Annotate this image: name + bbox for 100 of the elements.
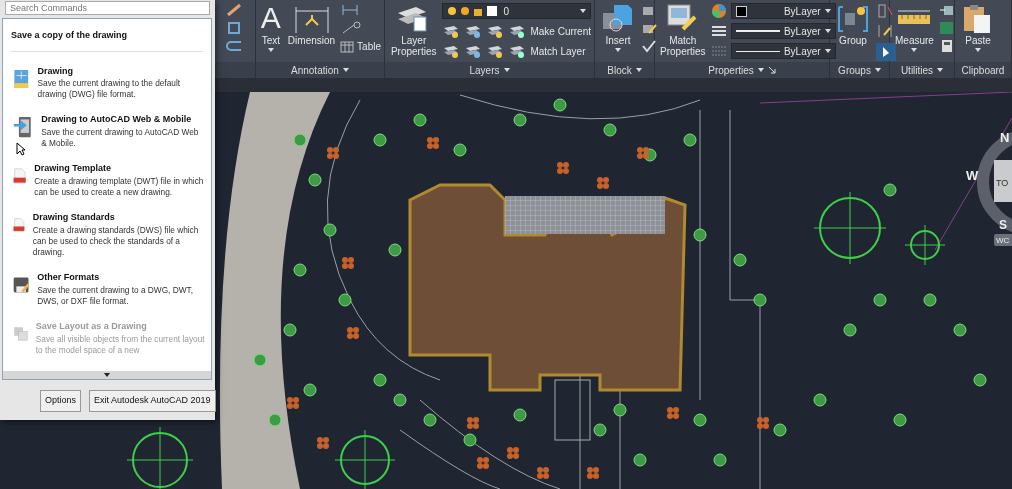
scroll-down-icon [104,373,110,377]
layer-tool-button[interactable] [464,43,483,59]
layer-state-icons [447,5,500,17]
offset-icon[interactable] [225,39,243,53]
layer-tool-button[interactable] [508,23,527,39]
layer-tool-button[interactable] [486,23,505,39]
panel-title[interactable]: Layers [469,62,500,78]
menu-item[interactable]: Drawing Template Create a drawing template (DWT) file in which can be used to create a new drawing. [3,162,211,199]
layers-icon [442,23,461,39]
make-current-button[interactable]: Make Current [530,23,591,39]
item-description: Save the current drawing to a DWG, DWT, DWS, or DXF file format. [37,284,194,308]
tool-label: Match Properties [660,35,706,57]
dialog-launcher-icon[interactable] [767,66,776,74]
item-description: Create a drawing template (DWT) file in which can be used to create a new drawing. [34,175,205,199]
layer-properties-button[interactable]: Layer Properties [388,3,440,57]
search-field[interactable]: Search Commands [5,1,210,15]
caret-icon [975,48,981,52]
swatch [735,5,747,17]
lineweight-icon [710,23,727,39]
panel-title[interactable]: Block [607,62,632,78]
layer-tool-button[interactable] [442,43,461,59]
cursor-icon [16,142,26,156]
tool-label: Measure [895,35,934,46]
item-description: Save all visible objects from the current layout to the model space of a new [35,333,205,356]
tool-label: Layer Properties [390,35,438,57]
caret-icon [580,9,586,13]
tool-label: Paste [965,35,991,46]
panel-title[interactable]: Properties [708,62,754,78]
panel-title[interactable]: Utilities [900,62,934,78]
compass-west: W [966,168,979,183]
layer-tool-button[interactable] [508,43,527,59]
property-dropdown[interactable]: ByLayer [730,23,836,39]
layer-tool-button[interactable] [486,43,505,59]
menu-item[interactable]: Drawing Standards Create a drawing standards (DWS) file which can be used to check the standards of a drawing. [3,211,211,259]
match-properties-button[interactable]: Match Properties [658,3,708,57]
line-sample [735,50,780,52]
layer-dropdown[interactable]: 0 [442,3,591,19]
layer-tool-button[interactable] [442,23,461,39]
match-layer-button[interactable]: Match Layer [530,43,586,59]
layers-icon [508,23,527,39]
panel-title[interactable]: Groups [838,62,871,78]
caret-icon [635,68,642,72]
layer-tool-button[interactable] [464,23,483,39]
panel-title[interactable]: Annotation [291,62,339,78]
layers-icon [464,23,483,39]
group-tool-button[interactable]: Group [833,3,873,46]
dimension-tool-button[interactable]: Dimension [285,3,338,46]
caret-icon [824,29,831,33]
group-icon [835,3,871,33]
tool-label: Insert [605,35,631,46]
item-title: Drawing Standards [32,211,116,225]
panel-title[interactable]: Clipboard [961,62,1005,78]
layers-icon [486,23,505,39]
compass-south: S [999,218,1007,232]
tree-symbol [126,426,194,489]
menu-item[interactable]: Drawing Save the current drawing to the default drawing (DWG) file format. [3,64,211,101]
tool-label: Text [261,35,280,46]
item-title: Drawing to AutoCAD Web & Mobile [41,113,193,127]
caret-icon [267,48,274,52]
letter-a-icon: A [260,3,281,33]
viewcube-face[interactable]: TO [994,160,1012,202]
item-description: Save the current drawing to AutoCAD Web & Mobile. [41,126,200,150]
paste-tool-button[interactable]: Paste [958,3,998,52]
table-icon [340,40,355,53]
caret-icon [911,48,918,52]
caret-icon [824,9,831,13]
linetype-icon [710,43,727,59]
item-description: Create a drawing standards (DWS) file which can be used to check the standards of a drawing. [32,224,200,259]
layers-icon [464,43,483,59]
viewcube-ring[interactable] [977,129,1012,235]
insert-tool-button[interactable]: Insert [598,3,638,52]
item-title: Save Layout as a Drawing [35,320,148,334]
menu-button[interactable]: Options [40,390,82,412]
line-sample [735,30,780,32]
caret-icon [824,49,831,53]
ucs-button[interactable]: WC [994,234,1012,246]
caret-icon [615,48,621,52]
table-tool-button[interactable]: Table [340,39,381,54]
tool-label: Group [839,35,867,46]
tool-label: Dimension [287,35,336,46]
layers-icon [508,43,527,59]
caret-icon [937,68,944,72]
item-description: Save the current drawing to the default drawing (DWG) file format. [37,78,182,101]
item-title: Drawing [37,64,75,78]
property-dropdown[interactable]: ByLayer [730,3,836,19]
caret-icon [874,68,881,72]
menu-item[interactable]: Other Formats Save the current drawing to a DWG, DWT, DWS, or DXF file format. [3,271,211,308]
menu-button[interactable]: Exit Autodesk AutoCAD 2019 [89,390,216,412]
pencil-icon[interactable] [225,3,243,17]
color-wheel-icon [710,3,727,19]
property-dropdown[interactable]: ByLayer [730,43,836,59]
copy-icon[interactable] [225,21,243,35]
text-tool-button[interactable]: A Text [258,3,283,52]
measure-tool-button[interactable]: Measure [893,3,936,52]
caret-icon [342,68,349,72]
layers-icon [486,43,505,59]
menu-header: Save a copy of the drawing [11,29,203,52]
layers-icon [442,43,461,59]
group-edit-icon[interactable] [876,23,894,39]
caret-icon [503,68,510,72]
